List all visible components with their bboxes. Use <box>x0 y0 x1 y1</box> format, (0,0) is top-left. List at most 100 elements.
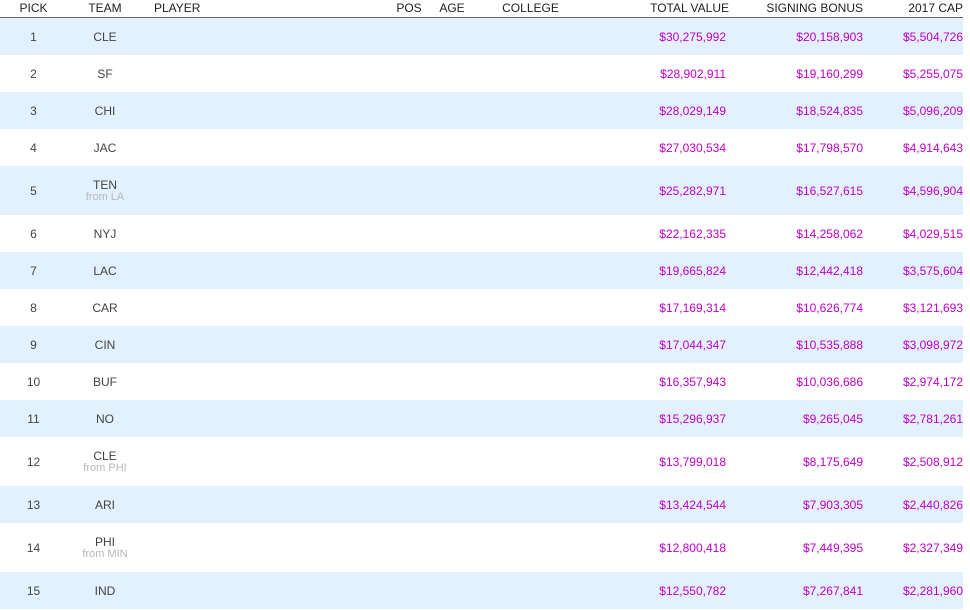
table-row[interactable]: 2 SF $28,902,911 $19,160,299 $5,255,075 <box>0 55 963 92</box>
cap-2017: $4,596,904 <box>902 183 963 198</box>
draft-table: PICK TEAM PLAYER POS AGE COLLEGE TOTAL V… <box>0 0 963 609</box>
header-pos[interactable]: POS <box>386 0 432 17</box>
cap-2017: $4,914,643 <box>902 140 963 155</box>
team-block: CIN <box>67 339 143 351</box>
total-value: $19,665,824 <box>659 263 726 278</box>
team-block: CAR <box>67 302 143 314</box>
cap-2017: $3,098,972 <box>902 337 963 352</box>
team-cell: PHI from MIN <box>67 536 143 560</box>
pick-number: 5 <box>30 183 37 198</box>
table-row[interactable]: 8 CAR $17,169,314 $10,626,774 $3,121,693 <box>0 289 963 326</box>
team-abbr[interactable]: PHI <box>95 536 115 548</box>
signing-bonus: $18,524,835 <box>796 103 863 118</box>
pick-number: 2 <box>30 66 37 81</box>
cap-2017: $2,974,172 <box>902 374 963 389</box>
team-abbr[interactable]: TEN <box>93 179 117 191</box>
table-row[interactable]: 14 PHI from MIN $12,800,418 $7,449,395 $2,327… <box>0 523 963 572</box>
team-abbr[interactable]: CLE <box>93 450 116 462</box>
team-block: JAC <box>67 142 143 154</box>
cap-2017: $2,327,349 <box>902 540 963 555</box>
total-value: $30,275,992 <box>659 29 726 44</box>
header-signing-bonus[interactable]: SIGNING BONUS <box>729 0 863 17</box>
cap-2017: $5,255,075 <box>902 66 963 81</box>
pick-number: 8 <box>30 300 37 315</box>
team-abbr[interactable]: NYJ <box>94 228 117 240</box>
table-row[interactable]: 9 CIN $17,044,347 $10,535,888 $3,098,972 <box>0 326 963 363</box>
signing-bonus: $10,036,686 <box>796 374 863 389</box>
table-row[interactable]: 13 ARI $13,424,544 $7,903,305 $2,440,826 <box>0 486 963 523</box>
header-team[interactable]: TEAM <box>67 0 143 17</box>
team-block: NYJ <box>67 228 143 240</box>
signing-bonus: $9,265,045 <box>802 411 863 426</box>
pick-number: 11 <box>27 411 40 426</box>
team-cell: LAC <box>67 265 143 277</box>
header-college[interactable]: COLLEGE <box>472 0 589 17</box>
team-block: PHI from MIN <box>67 536 143 560</box>
table-row[interactable]: 7 LAC $19,665,824 $12,442,418 $3,575,604 <box>0 252 963 289</box>
total-value: $25,282,971 <box>659 183 726 198</box>
pick-number: 15 <box>26 583 41 598</box>
table-row[interactable]: 12 CLE from PHI $13,799,018 $8,175,649 $2,508… <box>0 437 963 486</box>
team-block: ARI <box>67 499 143 511</box>
team-abbr[interactable]: CHI <box>95 105 116 117</box>
total-value: $12,550,782 <box>659 583 726 598</box>
team-cell: IND <box>67 585 143 597</box>
total-value: $13,424,544 <box>659 497 726 512</box>
team-cell: CIN <box>67 339 143 351</box>
team-abbr[interactable]: LAC <box>93 265 116 277</box>
header-pick[interactable]: PICK <box>0 0 67 17</box>
table-row[interactable]: 11 NO $15,296,937 $9,265,045 $2,781,261 <box>0 400 963 437</box>
total-value: $27,030,534 <box>659 140 726 155</box>
table-header: PICK TEAM PLAYER POS AGE COLLEGE TOTAL V… <box>0 0 963 18</box>
header-total-value[interactable]: TOTAL VALUE <box>589 0 729 17</box>
table-row[interactable]: 3 CHI $28,029,149 $18,524,835 $5,096,209 <box>0 92 963 129</box>
table-row[interactable]: 4 JAC $27,030,534 $17,798,570 $4,914,643 <box>0 129 963 166</box>
cap-2017: $4,029,515 <box>902 226 963 241</box>
cap-2017: $5,096,209 <box>902 103 963 118</box>
team-block: CLE from PHI <box>67 450 143 474</box>
pick-number: 13 <box>26 497 41 512</box>
signing-bonus: $8,175,649 <box>802 454 863 469</box>
header-age[interactable]: AGE <box>432 0 472 17</box>
team-cell: BUF <box>67 376 143 388</box>
table-row[interactable]: 1 CLE $30,275,992 $20,158,903 $5,504,726 <box>0 18 963 55</box>
team-block: CLE <box>67 31 143 43</box>
team-abbr[interactable]: IND <box>95 585 116 597</box>
team-abbr[interactable]: BUF <box>93 376 117 388</box>
cap-2017: $3,121,693 <box>902 300 963 315</box>
team-abbr[interactable]: JAC <box>94 142 117 154</box>
team-abbr[interactable]: SF <box>97 68 112 80</box>
total-value: $28,902,911 <box>660 66 726 81</box>
table-row[interactable]: 6 NYJ $22,162,335 $14,258,062 $4,029,515 <box>0 215 963 252</box>
header-2017-cap[interactable]: 2017 CAP <box>863 0 963 17</box>
team-cell: CLE from PHI <box>67 450 143 474</box>
team-abbr[interactable]: CAR <box>92 302 117 314</box>
header-player[interactable]: PLAYER <box>143 0 386 17</box>
signing-bonus: $19,160,299 <box>796 66 863 81</box>
signing-bonus: $7,449,395 <box>802 540 863 555</box>
signing-bonus: $7,903,305 <box>802 497 863 512</box>
total-value: $17,044,347 <box>659 337 726 352</box>
team-block: BUF <box>67 376 143 388</box>
pick-number: 4 <box>30 140 37 155</box>
table-row[interactable]: 5 TEN from LA $25,282,971 $16,527,615 $4,596,… <box>0 166 963 215</box>
team-abbr[interactable]: ARI <box>95 499 115 511</box>
pick-number: 3 <box>30 103 37 118</box>
pick-number: 14 <box>26 540 41 555</box>
team-cell: TEN from LA <box>67 179 143 203</box>
pick-number: 1 <box>30 29 37 44</box>
team-abbr[interactable]: CIN <box>95 339 116 351</box>
table-row[interactable]: 10 BUF $16,357,943 $10,036,686 $2,974,172 <box>0 363 963 400</box>
team-cell: SF <box>67 68 143 80</box>
team-abbr[interactable]: NO <box>96 413 114 425</box>
team-abbr[interactable]: CLE <box>93 31 116 43</box>
table-row[interactable]: 15 IND $12,550,782 $7,267,841 $2,281,960 <box>0 572 963 609</box>
cap-2017: $5,504,726 <box>902 29 963 44</box>
cap-2017: $2,781,261 <box>902 411 963 426</box>
cap-2017: $2,508,912 <box>902 454 963 469</box>
cap-2017: $3,575,604 <box>902 263 963 278</box>
team-cell: CHI <box>67 105 143 117</box>
pick-number: 10 <box>26 374 41 389</box>
team-block: TEN from LA <box>67 179 143 203</box>
cap-2017: $2,440,826 <box>902 497 963 512</box>
